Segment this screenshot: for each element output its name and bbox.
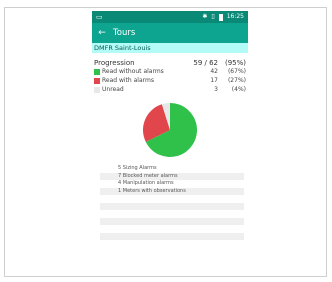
- legend-row-read-without-alarms: Read without alarms 42 (67%): [94, 67, 246, 76]
- progression-pie-chart: [143, 103, 197, 157]
- alarm-list-row: [100, 195, 244, 203]
- legend-percent: (4%): [231, 86, 246, 93]
- swatch-green: [94, 68, 100, 75]
- legend-row-unread: Unread 3 (4%): [94, 85, 246, 94]
- legend-value: 42: [210, 68, 218, 75]
- status-bar: ▭ ✱ ▯ 16:25: [92, 11, 248, 23]
- arrow-left-icon[interactable]: ←: [95, 28, 109, 38]
- pie-chart-container: [92, 102, 248, 158]
- progression-label: Progression: [94, 58, 135, 67]
- alarm-list: 5 Sizing Alarms 7 Blocked meter alarms 4 M…: [100, 165, 244, 240]
- legend-label: Read with alarms: [102, 77, 154, 84]
- alarm-list-row: [100, 202, 244, 210]
- swatch-grey: [94, 86, 100, 93]
- page-title: Tours: [113, 28, 136, 38]
- alarm-list-row[interactable]: 7 Blocked meter alarms: [100, 172, 244, 180]
- bluetooth-icon: ✱: [202, 13, 208, 20]
- swatch-red: [94, 77, 100, 84]
- alarm-list-row: [100, 232, 244, 240]
- site-name: DMFR Saint-Louis: [92, 43, 248, 53]
- progression-value: 59 / 62: [193, 58, 218, 67]
- legend-label: Read without alarms: [102, 68, 164, 75]
- phone-screen: ▭ ✱ ▯ 16:25 ← Tours DMFR Saint-Louis Pro…: [92, 11, 248, 271]
- message-icon: ▭: [96, 13, 103, 21]
- legend-value: 17: [210, 77, 218, 84]
- app-bar: ← Tours: [92, 23, 248, 43]
- legend-row-read-with-alarms: Read with alarms 17 (27%): [94, 76, 246, 85]
- progression-header: Progression 59 / 62 (95%): [94, 58, 246, 67]
- alarm-list-row[interactable]: 1 Meters with observations: [100, 187, 244, 195]
- battery-icon: [218, 13, 223, 21]
- legend-value: 3: [214, 86, 218, 93]
- legend-percent: (67%): [227, 68, 246, 75]
- legend-label: Unread: [102, 86, 124, 93]
- alarm-list-row: [100, 210, 244, 218]
- alarm-list-row[interactable]: 5 Sizing Alarms: [100, 165, 244, 173]
- legend-percent: (27%): [227, 77, 246, 84]
- signal-icon: ▯: [211, 13, 215, 20]
- alarm-list-row: [100, 225, 244, 233]
- alarm-list-row: [100, 217, 244, 225]
- status-time: 16:25: [226, 13, 244, 20]
- alarm-list-row[interactable]: 4 Manipulation alarms: [100, 180, 244, 188]
- progression-percent: (95%): [224, 58, 246, 67]
